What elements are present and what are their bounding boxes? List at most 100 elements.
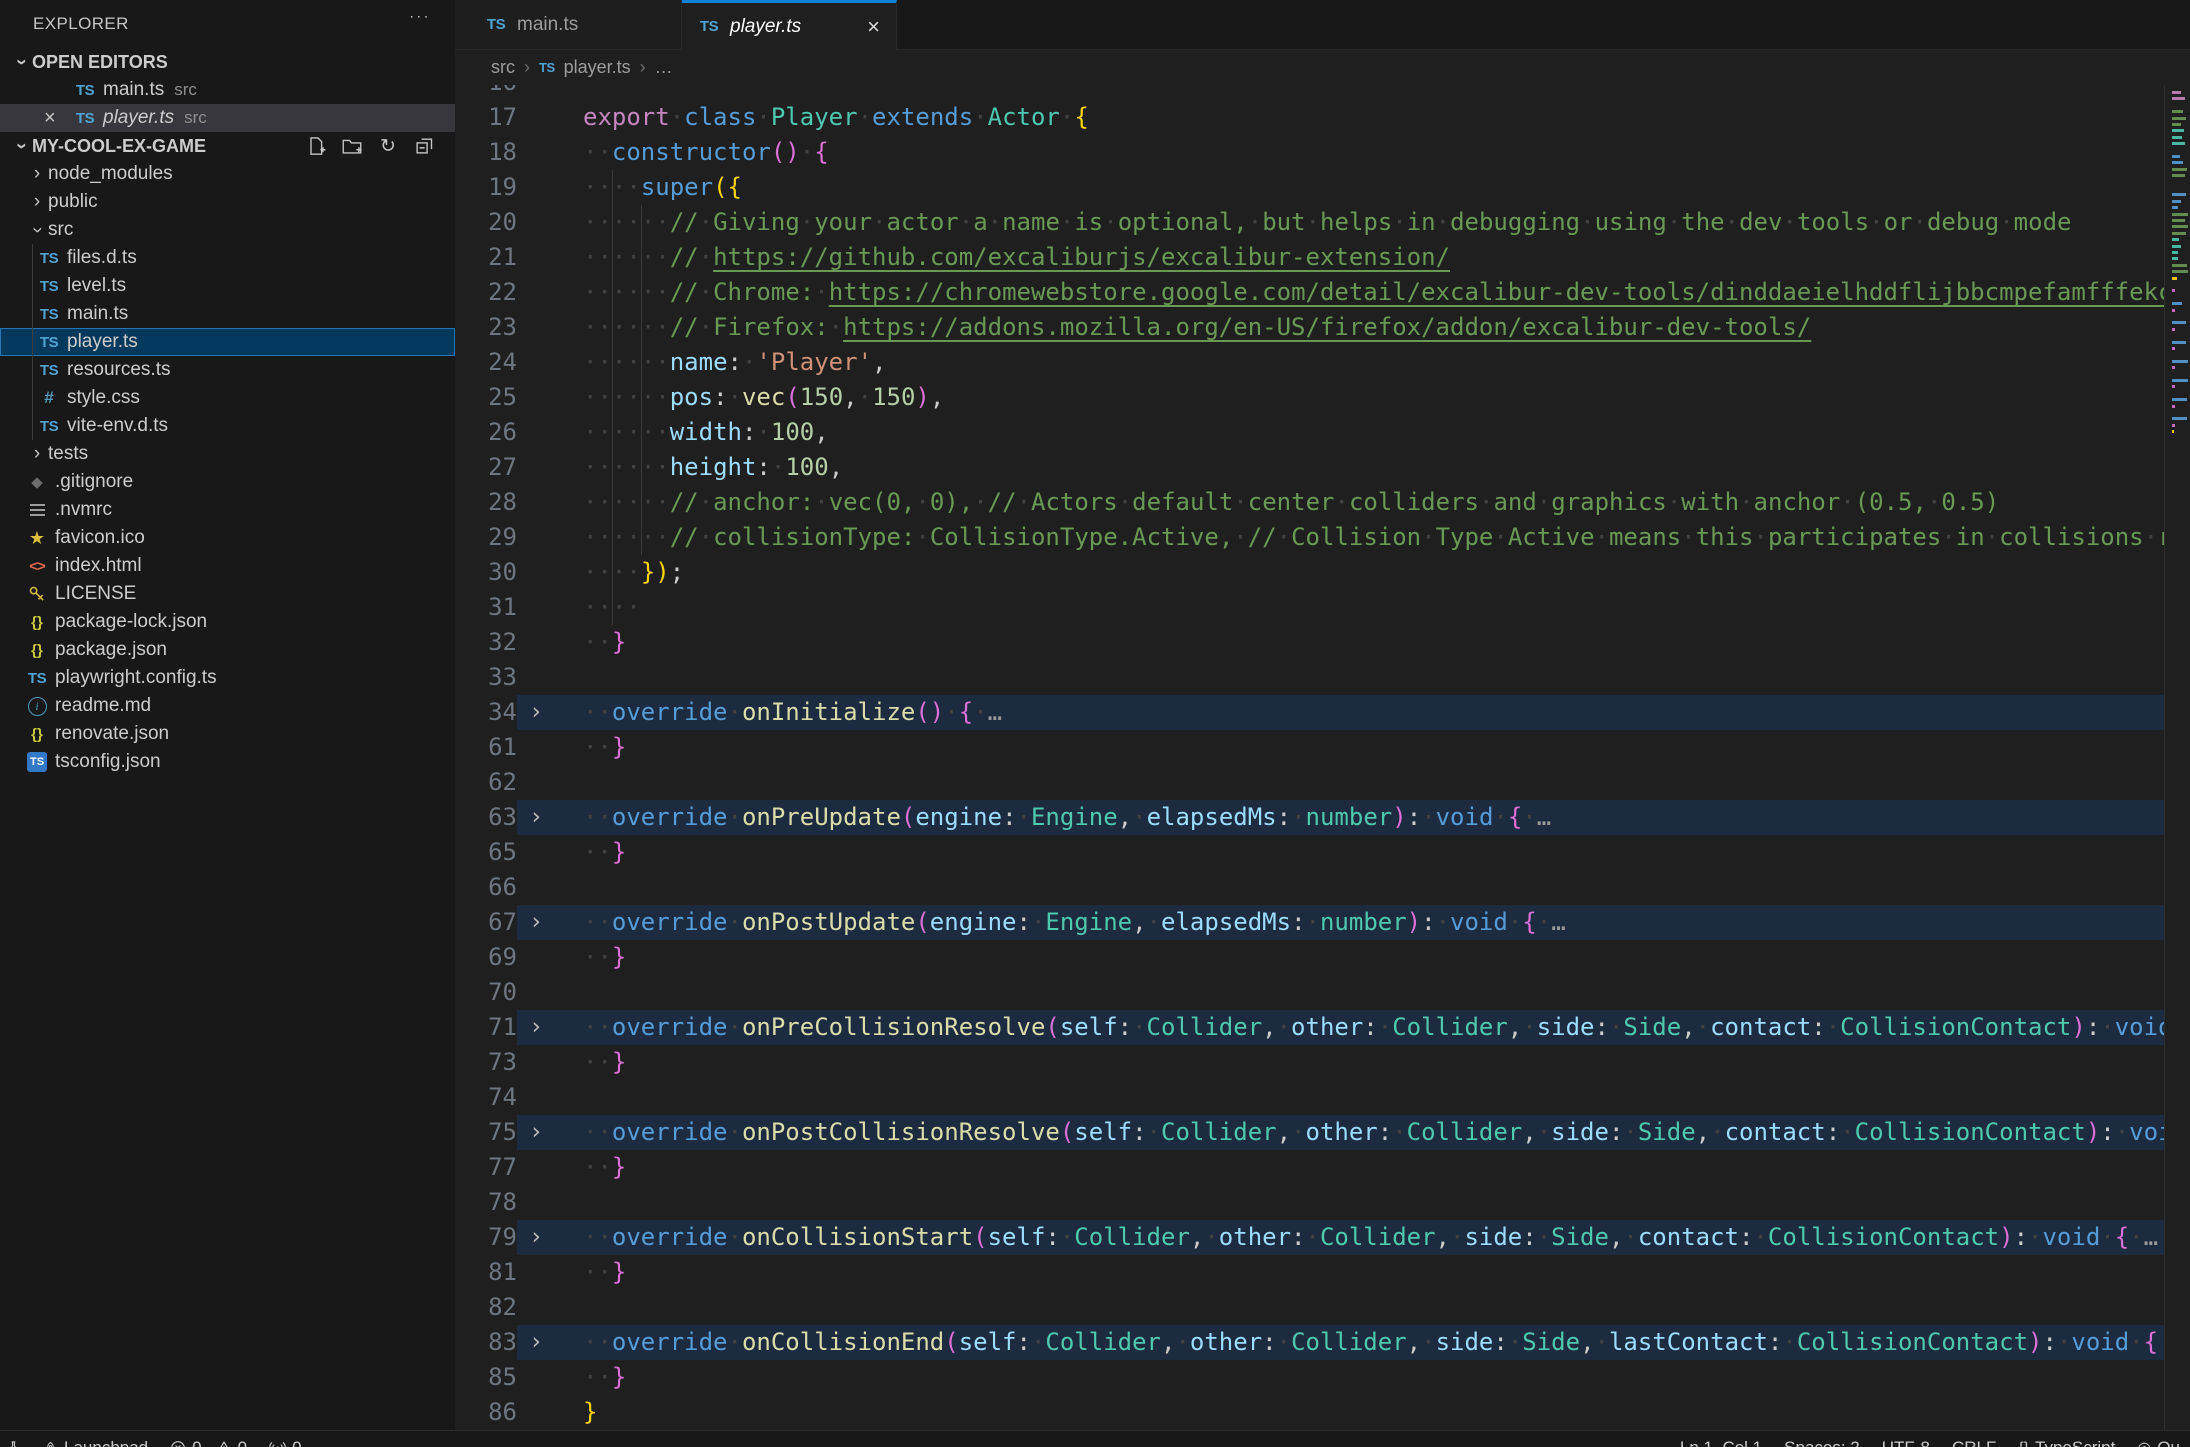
tree-item-tests[interactable]: ›tests <box>0 440 455 468</box>
code-line[interactable]: 25······pos:·vec(150,·150), <box>455 380 2165 415</box>
code-line[interactable]: 16 <box>455 85 2165 100</box>
code-line[interactable]: 83›··override·onCollisionEnd(self:·Colli… <box>455 1325 2165 1360</box>
open-editor-item[interactable]: ×TSplayer.tssrc <box>0 104 455 132</box>
tree-item-main-ts[interactable]: TSmain.ts <box>0 300 455 328</box>
new-file-icon[interactable] <box>305 135 327 157</box>
fold-chevron-icon[interactable]: › <box>517 695 555 730</box>
code-line[interactable]: 30····}); <box>455 555 2165 590</box>
open-editor-item[interactable]: TSmain.tssrc <box>0 76 455 104</box>
tree-item--nvmrc[interactable]: .nvmrc <box>0 496 455 524</box>
status-item-ln-1-col-1[interactable]: Ln 1, Col 1 <box>1680 1438 1762 1447</box>
collapse-folders-icon[interactable] <box>413 135 435 157</box>
more-actions-icon[interactable]: ∙∙∙ <box>409 8 431 25</box>
code-line[interactable]: 32··} <box>455 625 2165 660</box>
code-line[interactable]: 33 <box>455 660 2165 695</box>
tree-item-package-lock-json[interactable]: {}package-lock.json <box>0 608 455 636</box>
tree-item-playwright-config-ts[interactable]: TSplaywright.config.ts <box>0 664 455 692</box>
code-editor[interactable]: 1617export·class·Player·extends·Actor·{1… <box>455 85 2190 1430</box>
code-line[interactable]: 78 <box>455 1185 2165 1220</box>
code-line[interactable]: 19····super({ <box>455 170 2165 205</box>
tree-item-favicon-ico[interactable]: ★favicon.ico <box>0 524 455 552</box>
tree-item-index-html[interactable]: <>index.html <box>0 552 455 580</box>
code-line[interactable]: 26······width:·100, <box>455 415 2165 450</box>
code-line[interactable]: 70 <box>455 975 2165 1010</box>
tree-item-license[interactable]: LICENSE <box>0 580 455 608</box>
status-item-spaces-2[interactable]: Spaces: 2 <box>1784 1438 1860 1447</box>
tree-item-level-ts[interactable]: TSlevel.ts <box>0 272 455 300</box>
project-section-header[interactable]: › MY-COOL-EX-GAME ↻ <box>0 132 455 160</box>
code-line[interactable]: 18··constructor()·{ <box>455 135 2165 170</box>
fold-chevron-icon[interactable]: › <box>517 1010 555 1045</box>
code-line[interactable]: 17export·class·Player·extends·Actor·{ <box>455 100 2165 135</box>
status-item-utf-8[interactable]: UTF-8 <box>1882 1438 1930 1447</box>
code-line[interactable]: 62 <box>455 765 2165 800</box>
code-line[interactable]: 75›··override·onPostCollisionResolve(sel… <box>455 1115 2165 1150</box>
breadcrumb-item-file[interactable]: player.ts <box>564 57 631 78</box>
tree-item-resources-ts[interactable]: TSresources.ts <box>0 356 455 384</box>
close-icon[interactable]: × <box>44 107 74 130</box>
status-item-0[interactable]: 0 <box>269 1438 301 1447</box>
fold-chevron-icon[interactable]: › <box>517 1220 555 1255</box>
code-line[interactable]: 31···· <box>455 590 2165 625</box>
breadcrumb-item-src[interactable]: src <box>491 57 515 78</box>
code-line[interactable]: 66 <box>455 870 2165 905</box>
tree-item-src[interactable]: ›src <box>0 216 455 244</box>
line-number: 61 <box>455 730 517 765</box>
fold-chevron-icon[interactable]: › <box>517 800 555 835</box>
code-line[interactable]: 74 <box>455 1080 2165 1115</box>
tree-item-readme-md[interactable]: ireadme.md <box>0 692 455 720</box>
code-line[interactable]: 21······//·https://github.com/excaliburj… <box>455 240 2165 275</box>
code-line[interactable]: 81··} <box>455 1255 2165 1290</box>
tree-item-style-css[interactable]: #style.css <box>0 384 455 412</box>
code-line[interactable]: 69··} <box>455 940 2165 975</box>
code-line[interactable]: 28······//·anchor:·vec(0,·0),·//·Actors·… <box>455 485 2165 520</box>
code-line[interactable]: 24······name:·'Player', <box>455 345 2165 380</box>
fold-chevron-icon[interactable]: › <box>517 1115 555 1150</box>
code-line[interactable]: 77··} <box>455 1150 2165 1185</box>
tree-item-node-modules[interactable]: ›node_modules <box>0 160 455 188</box>
refresh-icon[interactable]: ↻ <box>377 135 399 157</box>
code-line[interactable]: 82 <box>455 1290 2165 1325</box>
code-line[interactable]: 23······//·Firefox:·https://addons.mozil… <box>455 310 2165 345</box>
status-item-typescript[interactable]: {}TypeScript <box>2018 1438 2115 1447</box>
code-line[interactable]: 29······//·collisionType:·CollisionType.… <box>455 520 2165 555</box>
close-icon[interactable]: × <box>867 14 880 40</box>
tree-item-vite-env-d-ts[interactable]: TSvite-env.d.ts <box>0 412 455 440</box>
code-line[interactable]: 34›··override·onInitialize()·{·… <box>455 695 2165 730</box>
code-line[interactable]: 27······height:·100, <box>455 450 2165 485</box>
fold-chevron-icon[interactable]: › <box>517 905 555 940</box>
status-item-0[interactable]: 00 <box>170 1438 247 1447</box>
code-line[interactable]: 73··} <box>455 1045 2165 1080</box>
tree-item-public[interactable]: ›public <box>0 188 455 216</box>
tab-player-ts[interactable]: TS player.ts × <box>682 0 897 50</box>
tree-item-player-ts[interactable]: TSplayer.ts <box>0 328 455 356</box>
code-line-content <box>555 1080 2165 1115</box>
status-item-ou[interactable]: ◎Ou <box>2137 1438 2180 1447</box>
minimap[interactable] <box>2164 85 2190 1430</box>
status-item-beaker[interactable] <box>6 1438 21 1447</box>
status-item-crlf[interactable]: CRLF <box>1952 1438 1996 1447</box>
minimap-line <box>2172 110 2183 113</box>
indent-guide <box>641 310 642 345</box>
code-line[interactable]: 61··} <box>455 730 2165 765</box>
code-line[interactable]: 20······//·Giving·your·actor·a·name·is·o… <box>455 205 2165 240</box>
tree-item-files-d-ts[interactable]: TSfiles.d.ts <box>0 244 455 272</box>
open-editors-header[interactable]: › OPEN EDITORS <box>0 48 455 76</box>
tree-item-package-json[interactable]: {}package.json <box>0 636 455 664</box>
tree-item-renovate-json[interactable]: {}renovate.json <box>0 720 455 748</box>
breadcrumb-item-symbol[interactable]: … <box>655 57 673 78</box>
code-line[interactable]: 85··} <box>455 1360 2165 1395</box>
new-folder-icon[interactable] <box>341 135 363 157</box>
status-item-launchpad[interactable]: Launchpad <box>43 1438 148 1447</box>
tree-item-tsconfig-json[interactable]: TStsconfig.json <box>0 748 455 776</box>
fold-chevron-icon[interactable]: › <box>517 1325 555 1360</box>
code-line[interactable]: 86} <box>455 1395 2165 1430</box>
code-line[interactable]: 22······//·Chrome:·https://chromewebstor… <box>455 275 2165 310</box>
code-line[interactable]: 79›··override·onCollisionStart(self:·Col… <box>455 1220 2165 1255</box>
tree-item--gitignore[interactable]: ◆.gitignore <box>0 468 455 496</box>
code-line[interactable]: 63›··override·onPreUpdate(engine:·Engine… <box>455 800 2165 835</box>
code-line[interactable]: 71›··override·onPreCollisionResolve(self… <box>455 1010 2165 1045</box>
code-line[interactable]: 65··} <box>455 835 2165 870</box>
tab-main-ts[interactable]: TS main.ts <box>455 0 682 50</box>
code-line[interactable]: 67›··override·onPostUpdate(engine:·Engin… <box>455 905 2165 940</box>
